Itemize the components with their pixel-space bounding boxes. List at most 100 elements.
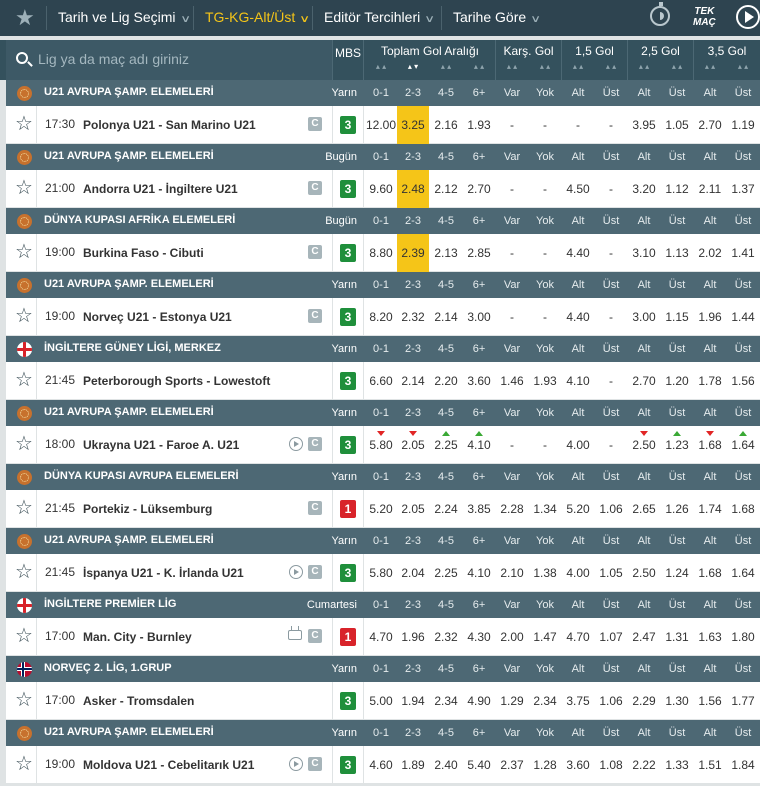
odds-cell[interactable]: 2.50 (628, 554, 660, 592)
match-teams[interactable]: İspanya U21 - K. İrlanda U21 (83, 566, 244, 580)
odds-cell[interactable]: - (595, 234, 627, 272)
odds-cell[interactable]: 2.34 (430, 682, 462, 720)
live-stream-play-icon[interactable] (289, 565, 303, 579)
odds-cell[interactable]: 3.75 (562, 682, 594, 720)
favorite-star-icon[interactable] (15, 114, 33, 134)
odds-cell[interactable]: 3.85 (463, 490, 495, 528)
odds-cell[interactable]: 1.33 (661, 746, 693, 784)
odds-cell[interactable]: 4.40 (562, 234, 594, 272)
odds-cell[interactable]: 2.16 (430, 106, 462, 144)
sort-arrows-icon[interactable]: ▴ ▴ (562, 62, 594, 76)
sort-arrows-icon[interactable]: ▴ ▴ (595, 62, 627, 76)
odds-cell[interactable]: 5.20 (562, 490, 594, 528)
odds-cell[interactable]: 1.51 (694, 746, 726, 784)
league-header[interactable]: U21 AVRUPA ŞAMP. ELEMELERİ Yarın 0-1 2-3 4-5… (6, 80, 760, 106)
favorite-star-icon[interactable] (15, 754, 33, 774)
odds-cell[interactable]: 2.32 (430, 618, 462, 656)
odds-cell[interactable]: 4.30 (463, 618, 495, 656)
odds-cell[interactable]: 2.70 (463, 170, 495, 208)
odds-cell[interactable]: 1.68 (694, 554, 726, 592)
odds-cell[interactable]: 1.78 (694, 362, 726, 400)
odds-cell[interactable]: 1.31 (661, 618, 693, 656)
odds-cell[interactable]: - (595, 362, 627, 400)
odds-cell[interactable]: - (595, 298, 627, 336)
odds-cell[interactable]: 2.02 (694, 234, 726, 272)
odds-cell[interactable]: 2.85 (463, 234, 495, 272)
odds-cell[interactable]: 2.47 (628, 618, 660, 656)
sort-arrows-icon[interactable]: ▴ ▴ (365, 62, 397, 76)
match-teams[interactable]: Man. City - Burnley (83, 630, 192, 644)
league-header[interactable]: U21 AVRUPA ŞAMP. ELEMELERİ Yarın 0-1 2-3 4-5… (6, 272, 760, 298)
favorite-star-icon[interactable] (15, 562, 33, 582)
odds-cell[interactable]: 1.20 (661, 362, 693, 400)
play-circle-icon[interactable] (736, 5, 760, 29)
odds-cell[interactable]: 2.12 (430, 170, 462, 208)
odds-cell[interactable]: 4.60 (365, 746, 397, 784)
odds-cell[interactable]: 2.10 (496, 554, 528, 592)
odds-cell[interactable]: 2.20 (430, 362, 462, 400)
favorite-star-icon[interactable] (15, 626, 33, 646)
menu-tg-kg-alt-ust[interactable]: TG-KG-Alt/Üst ∨ (205, 0, 310, 36)
favorite-star-icon[interactable] (15, 434, 33, 454)
odds-cell[interactable]: 1.12 (661, 170, 693, 208)
odds-cell[interactable]: 2.39 (397, 234, 429, 272)
odds-cell[interactable]: 1.07 (595, 618, 627, 656)
odds-cell[interactable]: - (595, 106, 627, 144)
odds-cell[interactable]: 1.26 (661, 490, 693, 528)
odds-cell[interactable]: 4.00 (562, 426, 594, 464)
odds-cell[interactable]: 1.63 (694, 618, 726, 656)
odds-cell[interactable]: 1.93 (529, 362, 561, 400)
odds-cell[interactable]: 1.47 (529, 618, 561, 656)
odds-cell[interactable]: 1.24 (661, 554, 693, 592)
odds-cell[interactable]: 5.80 (365, 554, 397, 592)
odds-cell[interactable]: - (529, 106, 561, 144)
tek-mac-button[interactable]: TEK MAÇ (693, 6, 716, 28)
match-teams[interactable]: Peterborough Sports - Lowestoft (83, 374, 270, 388)
odds-cell[interactable]: - (496, 426, 528, 464)
odds-cell[interactable]: 2.34 (529, 682, 561, 720)
league-header[interactable]: DÜNYA KUPASI AFRİKA ELEMELERİ Bugün 0-1 2-3… (6, 208, 760, 234)
odds-cell[interactable]: 4.70 (365, 618, 397, 656)
match-teams[interactable]: Norveç U21 - Estonya U21 (83, 310, 232, 324)
odds-cell[interactable]: 1.89 (397, 746, 429, 784)
odds-cell[interactable]: - (496, 170, 528, 208)
odds-cell[interactable]: 1.84 (727, 746, 759, 784)
odds-cell[interactable]: 1.05 (661, 106, 693, 144)
sort-arrows-icon[interactable]: ▴ ▴ (529, 62, 561, 76)
odds-cell[interactable]: 9.60 (365, 170, 397, 208)
odds-cell[interactable]: 3.95 (628, 106, 660, 144)
odds-cell[interactable]: 1.13 (661, 234, 693, 272)
sort-arrows-icon[interactable]: ▴ ▴ (496, 62, 528, 76)
odds-cell[interactable]: 3.10 (628, 234, 660, 272)
odds-cell[interactable]: - (496, 298, 528, 336)
menu-by-date[interactable]: Tarihe Göre ∨ (453, 0, 541, 36)
odds-cell[interactable]: 1.28 (529, 746, 561, 784)
odds-cell[interactable]: 2.40 (430, 746, 462, 784)
league-header[interactable]: U21 AVRUPA ŞAMP. ELEMELERİ Yarın 0-1 2-3 4-5… (6, 528, 760, 554)
favorite-star-icon[interactable] (15, 498, 33, 518)
odds-cell[interactable]: 4.50 (562, 170, 594, 208)
odds-cell[interactable]: - (496, 106, 528, 144)
live-stream-play-icon[interactable] (289, 757, 303, 771)
live-stream-play-icon[interactable] (289, 437, 303, 451)
favorites-star-icon[interactable]: ★ (15, 5, 35, 31)
odds-cell[interactable]: - (529, 298, 561, 336)
odds-cell[interactable]: 12.00 (365, 106, 397, 144)
odds-cell[interactable]: 1.96 (397, 618, 429, 656)
odds-cell[interactable]: 2.65 (628, 490, 660, 528)
odds-cell[interactable]: 1.93 (463, 106, 495, 144)
odds-cell[interactable]: 1.34 (529, 490, 561, 528)
league-header[interactable]: NORVEÇ 2. LİG, 1.GRUP Yarın 0-1 2-3 4-5 6+ Var… (6, 656, 760, 682)
odds-cell[interactable]: 4.10 (562, 362, 594, 400)
odds-cell[interactable]: 2.00 (496, 618, 528, 656)
odds-cell[interactable]: 2.05 (397, 490, 429, 528)
match-teams[interactable]: Moldova U21 - Cebelitarık U21 (83, 758, 254, 772)
odds-cell[interactable]: 4.40 (562, 298, 594, 336)
odds-cell[interactable]: 5.40 (463, 746, 495, 784)
menu-date-league-select[interactable]: Tarih ve Lig Seçimi ∨ (58, 0, 191, 36)
odds-cell[interactable]: 1.08 (595, 746, 627, 784)
match-teams[interactable]: Andorra U21 - İngiltere U21 (83, 182, 238, 196)
odds-cell[interactable]: - (595, 170, 627, 208)
sort-arrows-icon[interactable]: ▴ ▴ (463, 62, 495, 76)
odds-cell[interactable]: 1.37 (727, 170, 759, 208)
